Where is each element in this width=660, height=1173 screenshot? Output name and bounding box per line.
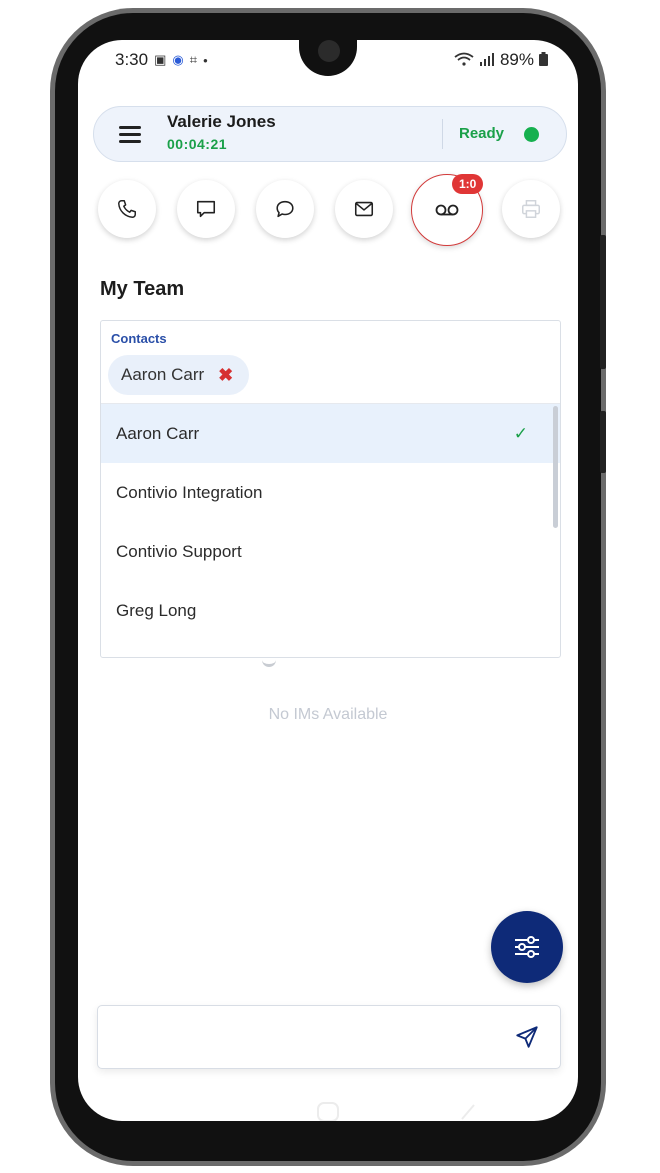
email-button[interactable] [335, 180, 393, 238]
battery-icon [539, 51, 548, 69]
gallery-icon: ▣ [154, 52, 167, 67]
chip-label: Aaron Carr [121, 365, 205, 384]
sliders-icon [515, 936, 539, 958]
signal-icon [479, 52, 495, 69]
screenshot-icon: ⌗ [189, 52, 198, 67]
contacts-dropdown-list[interactable]: Aaron Carr ✓ Contivio Integration Contiv… [101, 403, 560, 658]
send-icon[interactable] [514, 1024, 540, 1055]
print-button [502, 180, 560, 238]
chat-button[interactable] [177, 180, 235, 238]
phone-frame: 3:30 ▣ ◉ ⌗ • 89% Valerie Jones 00:04:21 … [55, 13, 606, 1161]
channel-buttons: 1:0 [78, 174, 578, 246]
voicemail-icon [435, 204, 459, 216]
agent-status[interactable]: Ready [459, 125, 504, 142]
list-item[interactable]: Aaron Carr ✓ [101, 404, 560, 463]
list-item-label: Contivio Support [116, 542, 242, 561]
sms-button[interactable] [256, 180, 314, 238]
back-nav-icon [458, 1102, 478, 1121]
message-composer [97, 1005, 561, 1069]
phone-button[interactable] [98, 180, 156, 238]
volume-button [600, 411, 606, 473]
agent-header: Valerie Jones 00:04:21 Ready [93, 106, 567, 162]
screen: 3:30 ▣ ◉ ⌗ • 89% Valerie Jones 00:04:21 … [78, 40, 578, 1121]
wifi-icon [454, 52, 474, 69]
status-indicator-dot [524, 127, 539, 142]
contacts-picker[interactable]: Contacts Aaron Carr ✖ Aaron Carr ✓ Conti… [100, 320, 561, 658]
menu-icon[interactable] [119, 126, 141, 143]
list-item-label: Contivio Integration [116, 483, 263, 502]
list-item[interactable]: Contivio Support [101, 522, 560, 581]
list-item[interactable]: Greg Long [101, 581, 560, 640]
chat-bubble-icon [276, 200, 294, 218]
header-divider [442, 119, 443, 149]
list-scrollbar[interactable] [553, 406, 558, 528]
list-item-label: Greg Long [116, 601, 197, 620]
contacts-label: Contacts [111, 331, 167, 346]
message-input[interactable] [110, 1020, 504, 1054]
voicemail-badge: 1:0 [452, 174, 484, 194]
empty-state-text: No IMs Available [268, 706, 388, 723]
email-icon [354, 201, 374, 217]
dot-icon: • [203, 52, 208, 68]
phone-icon [118, 200, 136, 218]
section-title: My Team [100, 278, 185, 300]
power-button [600, 235, 606, 369]
agent-name: Valerie Jones [167, 112, 276, 131]
status-time: 3:30 [115, 50, 149, 69]
call-timer: 00:04:21 [167, 136, 228, 152]
print-icon [522, 200, 540, 218]
list-item-label: Aaron Carr [116, 424, 200, 443]
check-icon: ✓ [513, 424, 528, 443]
filter-fab-button[interactable] [491, 911, 563, 983]
remove-chip-icon[interactable]: ✖ [218, 365, 233, 386]
selected-contact-chip[interactable]: Aaron Carr ✖ [108, 355, 250, 395]
chat-square-icon [196, 200, 216, 218]
sync-icon: ◉ [172, 52, 184, 67]
list-item[interactable]: Contivio Integration [101, 463, 560, 522]
battery-percent: 89% [499, 50, 534, 69]
home-nav-icon [316, 1102, 340, 1121]
front-camera [318, 40, 340, 62]
